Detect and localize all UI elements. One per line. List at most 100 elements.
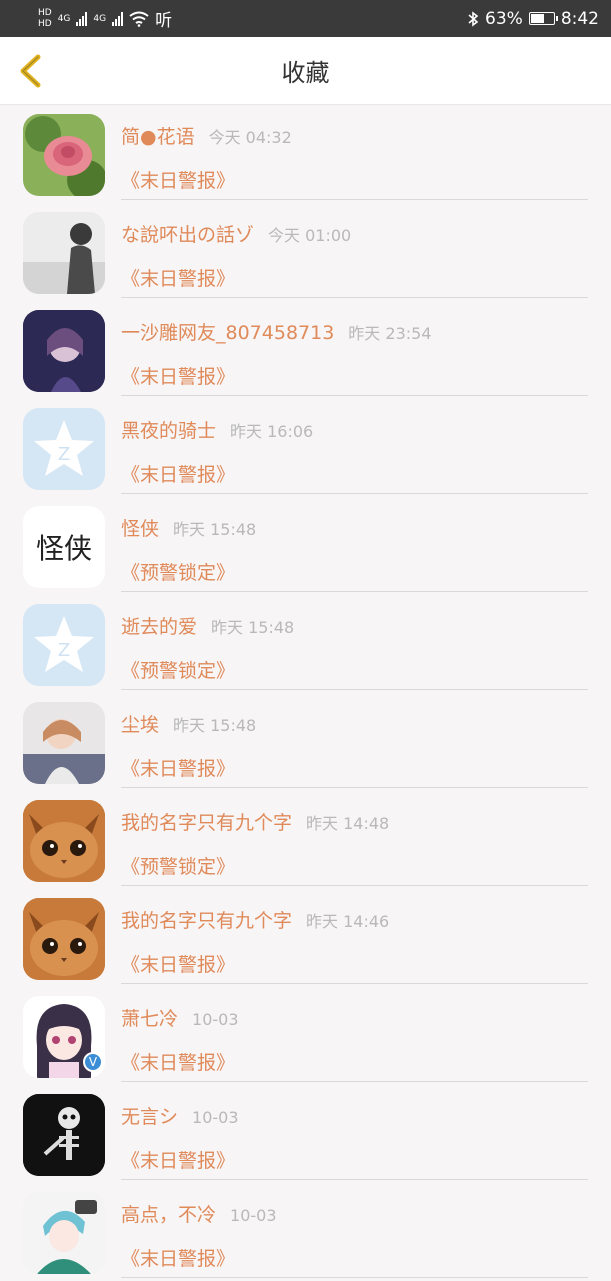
battery-fill [530, 14, 545, 23]
page-title: 收藏 [281, 59, 330, 87]
collected-title[interactable]: 《预警锁定》 [121, 852, 235, 879]
user-name[interactable]: 一沙雕网友_807458713 [121, 318, 334, 345]
nav-bar: 收藏 [0, 37, 611, 105]
collected-title[interactable]: 《末日警报》 [121, 1146, 235, 1173]
divider [121, 297, 588, 298]
verified-badge-icon: V [83, 1052, 103, 1072]
name-line: 黑夜的骑士 昨天 16:06 [121, 416, 313, 443]
name-line: 怪侠 昨天 15:48 [121, 514, 256, 541]
divider [121, 787, 588, 788]
list-item[interactable]: 我的名字只有九个字 昨天 14:46 《末日警报》 [0, 889, 611, 987]
wifi-icon [129, 11, 149, 27]
user-name[interactable]: 黑夜的骑士 [121, 416, 216, 443]
user-name[interactable]: 萧七冷 [121, 1004, 178, 1031]
collected-title[interactable]: 《末日警报》 [121, 950, 235, 977]
list-item[interactable]: 我的名字只有九个字 昨天 14:48 《预警锁定》 [0, 791, 611, 889]
battery-icon [528, 12, 558, 25]
status-left: HD HD 4G 4G 听 [38, 6, 172, 31]
battery-percent: 63% [485, 8, 523, 29]
collected-title[interactable]: 《末日警报》 [121, 1244, 235, 1271]
ting-icon: 听 [155, 11, 173, 31]
avatar[interactable] [23, 310, 105, 392]
user-name[interactable]: 高点，不冷 [121, 1200, 216, 1227]
avatar[interactable] [23, 898, 105, 980]
list-item[interactable]: 简●花语 今天 04:32 《末日警报》 [0, 105, 611, 203]
network-label-1: 4G [57, 13, 71, 24]
name-line: 无言シ 10-03 [121, 1102, 239, 1129]
timestamp: 昨天 15:48 [211, 618, 295, 637]
timestamp: 今天 01:00 [268, 226, 352, 245]
user-name[interactable]: 简●花语 [121, 122, 195, 149]
avatar[interactable]: 怪侠 [23, 506, 105, 588]
divider [121, 885, 588, 886]
avatar[interactable] [23, 800, 105, 882]
list-item[interactable]: 一沙雕网友_807458713 昨天 23:54 《末日警报》 [0, 301, 611, 399]
name-line: 高点，不冷 10-03 [121, 1200, 277, 1227]
timestamp: 昨天 14:48 [306, 814, 390, 833]
collected-title[interactable]: 《末日警报》 [121, 754, 235, 781]
collected-title[interactable]: 《预警锁定》 [121, 656, 235, 683]
divider [121, 1081, 588, 1082]
user-name[interactable]: な說吥出の話ゾ [121, 220, 254, 247]
svg-text:Z: Z [58, 640, 70, 661]
name-line: 逝去的爱 昨天 15:48 [121, 612, 294, 639]
name-line: 我的名字只有九个字 昨天 14:48 [121, 808, 389, 835]
timestamp: 昨天 16:06 [230, 422, 314, 441]
favorites-list: 简●花语 今天 04:32 《末日警报》 な說吥出の話ゾ 今天 01:00 《末日警报》一… [0, 105, 611, 1281]
bluetooth-icon [468, 10, 479, 27]
user-name[interactable]: 无言シ [121, 1102, 178, 1129]
avatar[interactable]: Z [23, 604, 105, 686]
avatar[interactable] [23, 1094, 105, 1176]
hd-icon: HD HD [38, 7, 52, 29]
signal-icon [76, 11, 88, 26]
collected-title[interactable]: 《末日警报》 [121, 460, 235, 487]
list-item[interactable]: 尘埃 昨天 15:48 《末日警报》 [0, 693, 611, 791]
svg-text:Z: Z [58, 444, 70, 465]
back-arrow-icon[interactable] [14, 53, 48, 89]
avatar[interactable] [23, 702, 105, 784]
clock: 8:42 [560, 8, 599, 29]
collected-title[interactable]: 《末日警报》 [121, 1048, 235, 1075]
name-line: 一沙雕网友_807458713 昨天 23:54 [121, 318, 432, 345]
status-bar: HD HD 4G 4G 听 63% 8:42 [0, 0, 611, 37]
signal-icon-2 [112, 11, 124, 26]
user-name[interactable]: 逝去的爱 [121, 612, 197, 639]
divider [121, 395, 588, 396]
list-item[interactable]: Z 黑夜的骑士 昨天 16:06 《末日警报》 [0, 399, 611, 497]
name-line: 简●花语 今天 04:32 [121, 122, 292, 149]
timestamp: 昨天 23:54 [348, 324, 432, 343]
collected-title[interactable]: 《预警锁定》 [121, 558, 235, 585]
timestamp: 今天 04:32 [208, 128, 292, 147]
user-name[interactable]: 怪侠 [121, 514, 159, 541]
divider [121, 983, 588, 984]
avatar[interactable] [23, 1192, 105, 1274]
name-line: 我的名字只有九个字 昨天 14:46 [121, 906, 389, 933]
timestamp: 昨天 14:46 [306, 912, 390, 931]
timestamp: 昨天 15:48 [173, 716, 257, 735]
timestamp: 10-03 [230, 1206, 277, 1225]
user-name[interactable]: 尘埃 [121, 710, 159, 737]
divider [121, 689, 588, 690]
user-name[interactable]: 我的名字只有九个字 [121, 808, 292, 835]
collected-title[interactable]: 《末日警报》 [121, 362, 235, 389]
avatar[interactable] [23, 212, 105, 294]
list-item[interactable]: Z 逝去的爱 昨天 15:48 《预警锁定》 [0, 595, 611, 693]
divider [121, 199, 588, 200]
avatar[interactable]: Z [23, 408, 105, 490]
list-item[interactable]: V 萧七冷 10-03 《末日警报》 [0, 987, 611, 1085]
collected-title[interactable]: 《末日警报》 [121, 166, 235, 193]
list-item[interactable]: な說吥出の話ゾ 今天 01:00 《末日警报》 [0, 203, 611, 301]
name-line: 尘埃 昨天 15:48 [121, 710, 256, 737]
list-item[interactable]: 怪侠 怪侠 昨天 15:48 《预警锁定》 [0, 497, 611, 595]
avatar[interactable] [23, 114, 105, 196]
timestamp: 昨天 15:48 [173, 520, 257, 539]
svg-text:怪侠: 怪侠 [36, 532, 92, 565]
list-item[interactable]: 无言シ 10-03 《末日警报》 [0, 1085, 611, 1183]
divider [121, 1277, 588, 1278]
timestamp: 10-03 [192, 1108, 239, 1127]
list-item[interactable]: 高点，不冷 10-03 《末日警报》 [0, 1183, 611, 1281]
divider [121, 591, 588, 592]
user-name[interactable]: 我的名字只有九个字 [121, 906, 292, 933]
timestamp: 10-03 [192, 1010, 239, 1029]
collected-title[interactable]: 《末日警报》 [121, 264, 235, 291]
